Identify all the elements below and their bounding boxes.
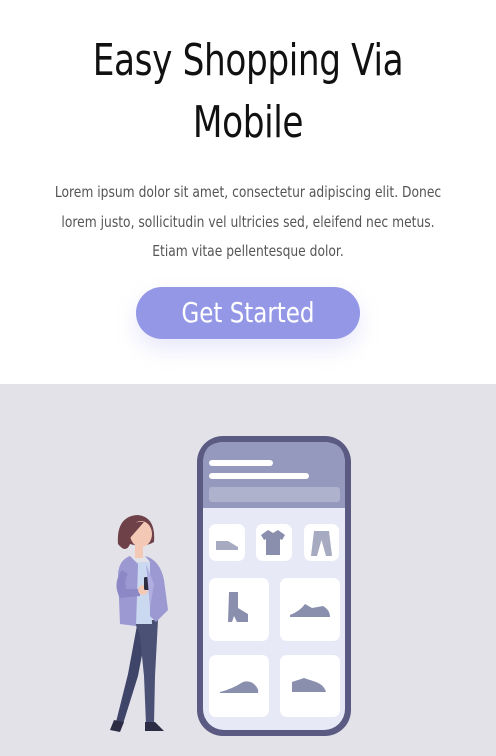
- shopping-illustration: [110, 436, 351, 736]
- hero-description: Lorem ipsum dolor sit amet, consectetur …: [45, 178, 452, 267]
- phone-illustration: [197, 436, 351, 736]
- title-line-2: Mobile: [192, 97, 304, 148]
- description-line-3: Etiam vitae pellentesque dolor.: [152, 242, 344, 260]
- page-title: Easy Shopping Via Mobile: [55, 30, 442, 154]
- hero-section: Easy Shopping Via Mobile Lorem ipsum dol…: [0, 0, 496, 384]
- title-line-1: Easy Shopping Via: [92, 35, 404, 86]
- woman-illustration: [110, 515, 168, 732]
- get-started-label: Get Started: [181, 296, 315, 329]
- description-line-1: Lorem ipsum dolor sit amet, consectetur …: [54, 183, 442, 201]
- get-started-button[interactable]: Get Started: [136, 287, 360, 339]
- description-line-2: lorem justo, sollicitudin vel ultricies …: [61, 212, 435, 231]
- illustration-section: [0, 384, 496, 756]
